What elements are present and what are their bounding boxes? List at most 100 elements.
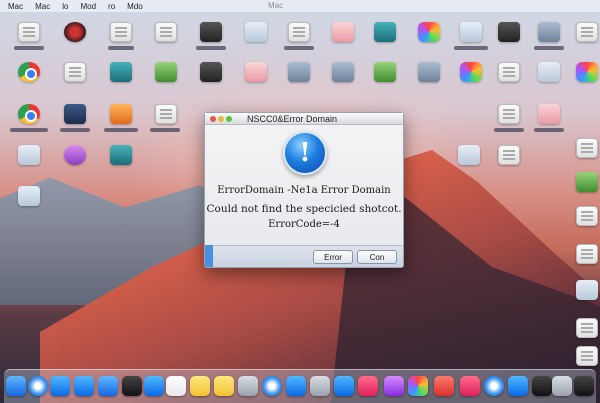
icon-label [534, 46, 564, 50]
app-icon[interactable] [144, 376, 164, 396]
document-icon[interactable] [498, 104, 520, 124]
menu-item[interactable]: Mod [80, 2, 96, 11]
folder-icon[interactable] [245, 62, 267, 82]
document-icon[interactable] [460, 22, 482, 42]
podcasts-icon[interactable] [384, 376, 404, 396]
app-store-icon[interactable] [50, 376, 70, 396]
document-icon[interactable] [576, 206, 598, 226]
app-icon[interactable] [310, 376, 330, 396]
app-icon[interactable] [200, 22, 222, 42]
document-icon[interactable] [155, 22, 177, 42]
folder-icon[interactable] [538, 104, 560, 124]
document-icon[interactable] [576, 346, 598, 366]
close-icon[interactable] [210, 116, 216, 122]
document-icon[interactable] [498, 145, 520, 165]
zoom-icon[interactable] [226, 116, 232, 122]
app-icon[interactable] [18, 186, 40, 206]
app-icon[interactable] [374, 22, 396, 42]
menu-item[interactable]: Mac [35, 2, 50, 11]
trash-icon[interactable] [552, 376, 572, 396]
app-icon[interactable] [155, 62, 177, 82]
calendar-icon[interactable] [166, 376, 186, 396]
app-icon[interactable] [200, 62, 222, 82]
document-icon[interactable] [576, 22, 598, 42]
document-icon[interactable] [18, 22, 40, 42]
menu-bar: Mac Mac lo Mod ro Mdo Mac [0, 0, 600, 12]
document-icon[interactable] [245, 22, 267, 42]
app-icon[interactable] [374, 62, 396, 82]
safari-icon[interactable] [262, 376, 282, 396]
confirm-button[interactable]: Con [357, 250, 397, 264]
app-icon[interactable] [110, 145, 132, 165]
folder-icon[interactable] [418, 62, 440, 82]
document-icon[interactable] [576, 244, 598, 264]
app-icon[interactable] [110, 62, 132, 82]
icon-label [104, 128, 138, 132]
chrome-icon[interactable] [18, 62, 40, 82]
app-icon[interactable] [110, 104, 132, 124]
app-store-icon[interactable] [508, 376, 528, 396]
photos-icon[interactable] [418, 22, 440, 42]
safari-icon[interactable] [28, 376, 48, 396]
app-icon[interactable] [538, 22, 560, 42]
document-icon[interactable] [64, 62, 86, 82]
photos-icon[interactable] [408, 376, 428, 396]
app-icon[interactable] [498, 22, 520, 42]
mail-icon[interactable] [98, 376, 118, 396]
photos-icon[interactable] [576, 62, 598, 82]
app-icon[interactable] [574, 376, 594, 396]
menu-item[interactable]: Mdo [127, 2, 143, 11]
app-icon[interactable] [434, 376, 454, 396]
chrome-icon[interactable] [18, 104, 40, 124]
app-icon[interactable] [18, 145, 40, 165]
music-icon[interactable] [358, 376, 378, 396]
folder-icon[interactable] [332, 22, 354, 42]
menu-item[interactable]: Mac [8, 2, 23, 11]
minimize-icon[interactable] [218, 116, 224, 122]
document-icon[interactable] [288, 22, 310, 42]
document-icon[interactable] [110, 22, 132, 42]
icon-label [196, 46, 226, 50]
app-icon[interactable] [532, 376, 552, 396]
app-icon[interactable] [576, 172, 598, 192]
error-code-text: ErrorCode=-4 [268, 219, 340, 230]
error-message-text: Could not find the specicied shotcot. [206, 203, 402, 215]
icon-label [150, 128, 180, 132]
finder-icon[interactable] [6, 376, 26, 396]
dialog-titlebar[interactable]: NSCC0&Error Domain [205, 113, 403, 125]
app-icon[interactable] [64, 22, 86, 42]
error-button[interactable]: Error [313, 250, 353, 264]
app-store-icon[interactable] [286, 376, 306, 396]
document-icon[interactable] [155, 104, 177, 124]
icon-label [60, 128, 90, 132]
dock [4, 369, 596, 403]
icon-label [284, 46, 314, 50]
music-icon[interactable] [460, 376, 480, 396]
app-icon[interactable] [64, 145, 86, 165]
app-icon[interactable] [576, 280, 598, 300]
photos-icon[interactable] [460, 62, 482, 82]
icon-label [108, 46, 134, 50]
error-dialog: NSCC0&Error Domain ! ErrorDomain -Ne1a E… [204, 112, 404, 268]
icon-label [10, 128, 48, 132]
notes-icon[interactable] [214, 376, 234, 396]
document-icon[interactable] [576, 318, 598, 338]
app-icon[interactable] [238, 376, 258, 396]
folder-icon[interactable] [332, 62, 354, 82]
document-icon[interactable] [498, 62, 520, 82]
menu-item[interactable]: ro [108, 2, 115, 11]
app-icon[interactable] [64, 104, 86, 124]
document-icon[interactable] [538, 62, 560, 82]
menu-item[interactable]: lo [62, 2, 68, 11]
notes-icon[interactable] [190, 376, 210, 396]
safari-icon[interactable] [484, 376, 504, 396]
app-store-icon[interactable] [334, 376, 354, 396]
dialog-footer: Error Con [205, 245, 403, 267]
folder-icon[interactable] [288, 62, 310, 82]
app-icon[interactable] [458, 145, 480, 165]
desktop: Mac Mac lo Mod ro Mdo Mac NSCC0&Error Do… [0, 0, 600, 403]
document-icon[interactable] [576, 138, 598, 158]
menu-bar-title: Mac [268, 1, 284, 10]
app-icon[interactable] [122, 376, 142, 396]
app-icon[interactable] [74, 376, 94, 396]
